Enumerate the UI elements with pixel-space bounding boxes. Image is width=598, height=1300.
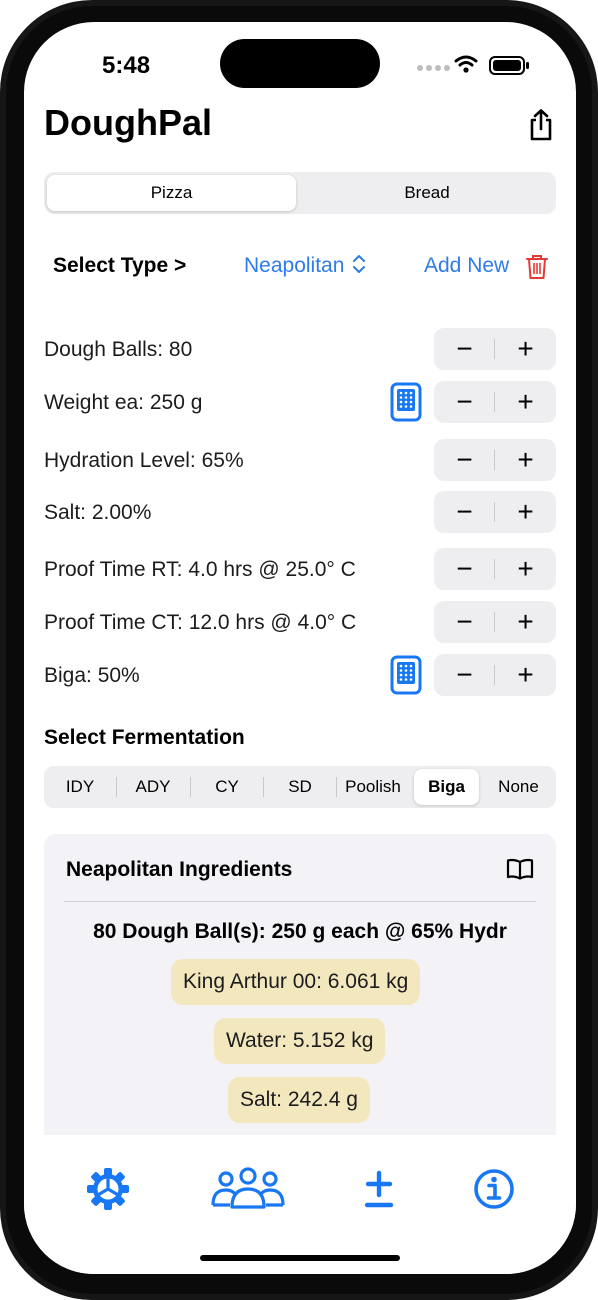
ferm-option-poolish[interactable]: Poolish [339,769,407,805]
calculator-icon[interactable] [390,655,422,695]
home-indicator [200,1255,400,1261]
tab-settings[interactable] [84,1165,132,1218]
mode-segmented-control: Pizza Bread [44,172,556,214]
battery-icon [489,56,529,75]
ingredient-water: Water: 5.152 kg [214,1018,386,1064]
hydration-increment[interactable]: + [495,439,556,481]
ingredient-salt: Salt: 242.4 g [228,1077,370,1123]
ferm-option-idy[interactable]: IDY [47,769,113,805]
biga-stepper: − + [434,654,556,696]
ferm-separator [263,777,264,797]
type-picker-value: Neapolitan [244,254,345,277]
biga-label: Biga: 50% [44,664,140,687]
device-frame: 5:48 DoughPal Pizza Bread Select Type > … [0,0,598,1300]
biga-increment[interactable]: + [495,654,556,696]
salt-decrement[interactable]: − [434,491,495,533]
people-icon [211,1167,285,1209]
hydration-stepper: − + [434,439,556,481]
tab-people[interactable] [210,1165,286,1218]
salt-increment[interactable]: + [495,491,556,533]
screen: 5:48 DoughPal Pizza Bread Select Type > … [24,22,576,1274]
delete-button[interactable] [526,254,548,285]
ingredient-flour: King Arthur 00: 6.061 kg [171,959,421,1005]
wifi-dot [463,67,469,73]
select-type-label[interactable]: Select Type > [53,254,186,278]
tab-bread[interactable]: Bread [301,175,553,211]
card-divider [64,901,536,902]
ferm-separator [190,777,191,797]
tab-info[interactable] [472,1165,516,1218]
dough-balls-label: Dough Balls: 80 [44,338,193,361]
tab-adjust[interactable] [361,1165,397,1218]
app-title: DoughPal [44,102,212,143]
ferm-separator [116,777,117,797]
proof-rt-stepper: − + [434,548,556,590]
proof-ct-decrement[interactable]: − [434,601,495,643]
tab-bar [24,1135,576,1274]
weight-decrement[interactable]: − [434,381,495,423]
ingredients-title: Neapolitan Ingredients [66,858,293,881]
proof-ct-label: Proof Time CT: 12.0 hrs @ 4.0° C [44,611,357,634]
biga-decrement[interactable]: − [434,654,495,696]
plus-minus-icon [364,1170,394,1208]
signal-icon [417,65,450,71]
tab-pizza[interactable]: Pizza [47,175,296,211]
info-icon [474,1169,514,1209]
salt-stepper: − + [434,491,556,533]
dough-balls-increment[interactable]: + [495,328,556,370]
ferm-option-cy[interactable]: CY [193,769,261,805]
gear-icon [87,1168,129,1210]
proof-ct-stepper: − + [434,601,556,643]
wifi-icon [454,55,478,67]
proof-ct-increment[interactable]: + [495,601,556,643]
ingredients-summary: 80 Dough Ball(s): 250 g each @ 65% Hydr [93,920,507,943]
proof-rt-increment[interactable]: + [495,548,556,590]
proof-rt-decrement[interactable]: − [434,548,495,590]
hydration-label: Hydration Level: 65% [44,449,244,472]
proof-rt-label: Proof Time RT: 4.0 hrs @ 25.0° C [44,558,356,581]
dynamic-island [220,39,380,88]
weight-increment[interactable]: + [495,381,556,423]
ferm-separator [336,777,337,797]
ferm-option-none[interactable]: None [484,769,553,805]
trash-icon [526,255,548,279]
type-picker[interactable]: Neapolitan [244,254,366,278]
book-icon[interactable] [506,858,534,880]
chevron-up-down-icon [353,255,366,273]
dough-balls-decrement[interactable]: − [434,328,495,370]
weight-stepper: − + [434,381,556,423]
dough-balls-stepper: − + [434,328,556,370]
add-new-button[interactable]: Add New [424,254,509,278]
status-time: 5:48 [102,52,151,79]
fermentation-title: Select Fermentation [44,726,245,749]
ferm-option-ady[interactable]: ADY [119,769,187,805]
hydration-decrement[interactable]: − [434,439,495,481]
status-icons [417,55,529,75]
share-icon [530,109,552,141]
weight-label: Weight ea: 250 g [44,391,203,414]
calculator-icon[interactable] [390,382,422,422]
fermentation-segmented-control: IDY ADY CY SD Poolish Biga None [44,766,556,808]
ferm-option-sd[interactable]: SD [266,769,334,805]
share-button[interactable] [526,108,556,147]
salt-label: Salt: 2.00% [44,501,152,524]
ferm-option-biga[interactable]: Biga [414,769,479,805]
